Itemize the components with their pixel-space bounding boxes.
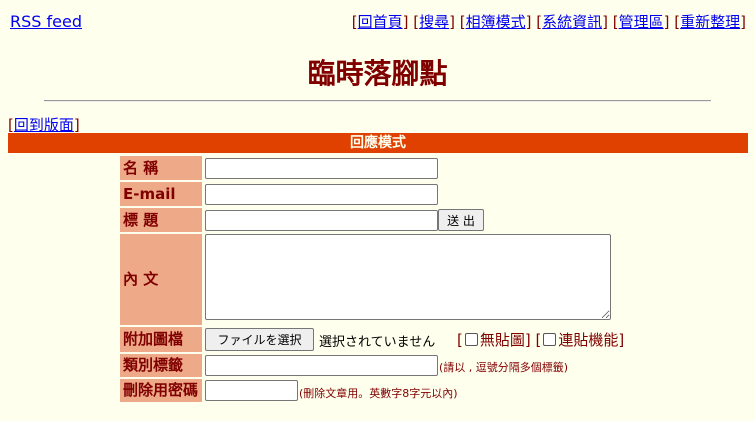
attachment-label: 附加圖檔	[120, 327, 202, 352]
reply-mode-banner: 回應模式	[8, 133, 748, 153]
nav-sysinfo-link[interactable]: 系統資訊	[542, 13, 602, 31]
category-label: 類別標籤	[120, 354, 202, 377]
nav-refresh-link[interactable]: 重新整理	[680, 13, 740, 31]
no-image-label: 無貼圖	[479, 331, 525, 349]
attachment-options: [無貼圖] [連貼機能]	[457, 331, 625, 349]
page-title: 臨時落腳點	[307, 57, 448, 90]
category-input[interactable]	[205, 355, 438, 376]
name-input[interactable]	[205, 158, 438, 179]
back-link-wrapper: [回到版面]	[8, 116, 80, 134]
nav-home-link[interactable]: 回首頁	[358, 13, 403, 31]
title-divider	[44, 100, 711, 102]
password-input[interactable]	[205, 380, 298, 401]
back-to-board-link[interactable]: 回到版面	[14, 116, 74, 134]
subject-input[interactable]	[205, 210, 438, 231]
top-navigation: [回首頁] [搜尋] [相簿模式] [系統資訊] [管理區] [重新整理]	[351, 13, 746, 31]
nav-album-link[interactable]: 相簿模式	[466, 13, 526, 31]
name-label: 名 稱	[120, 156, 202, 180]
body-textarea[interactable]	[205, 234, 611, 320]
nav-search-link[interactable]: 搜尋	[419, 13, 449, 31]
submit-button[interactable]: 送 出	[438, 209, 484, 231]
email-label: E-mail	[120, 182, 202, 206]
no-image-checkbox[interactable]	[464, 333, 478, 346]
link-mode-checkbox[interactable]	[543, 333, 557, 346]
body-label: 內 文	[120, 234, 202, 325]
password-label: 刪除用密碼	[120, 379, 202, 402]
choose-file-button[interactable]: ファイルを選択	[205, 328, 314, 351]
password-note: (刪除文章用。英數字8字元以內)	[299, 387, 458, 400]
email-input[interactable]	[205, 184, 438, 205]
rss-feed-link[interactable]: RSS feed	[10, 12, 82, 31]
category-note: (請以 , 逗號分隔多個標籤)	[439, 361, 569, 374]
subject-label: 標 題	[120, 208, 202, 232]
link-mode-label: 連貼機能	[558, 331, 619, 349]
nav-admin-link[interactable]: 管理區	[619, 13, 664, 31]
file-status-text: 選択されていません	[319, 335, 436, 350]
